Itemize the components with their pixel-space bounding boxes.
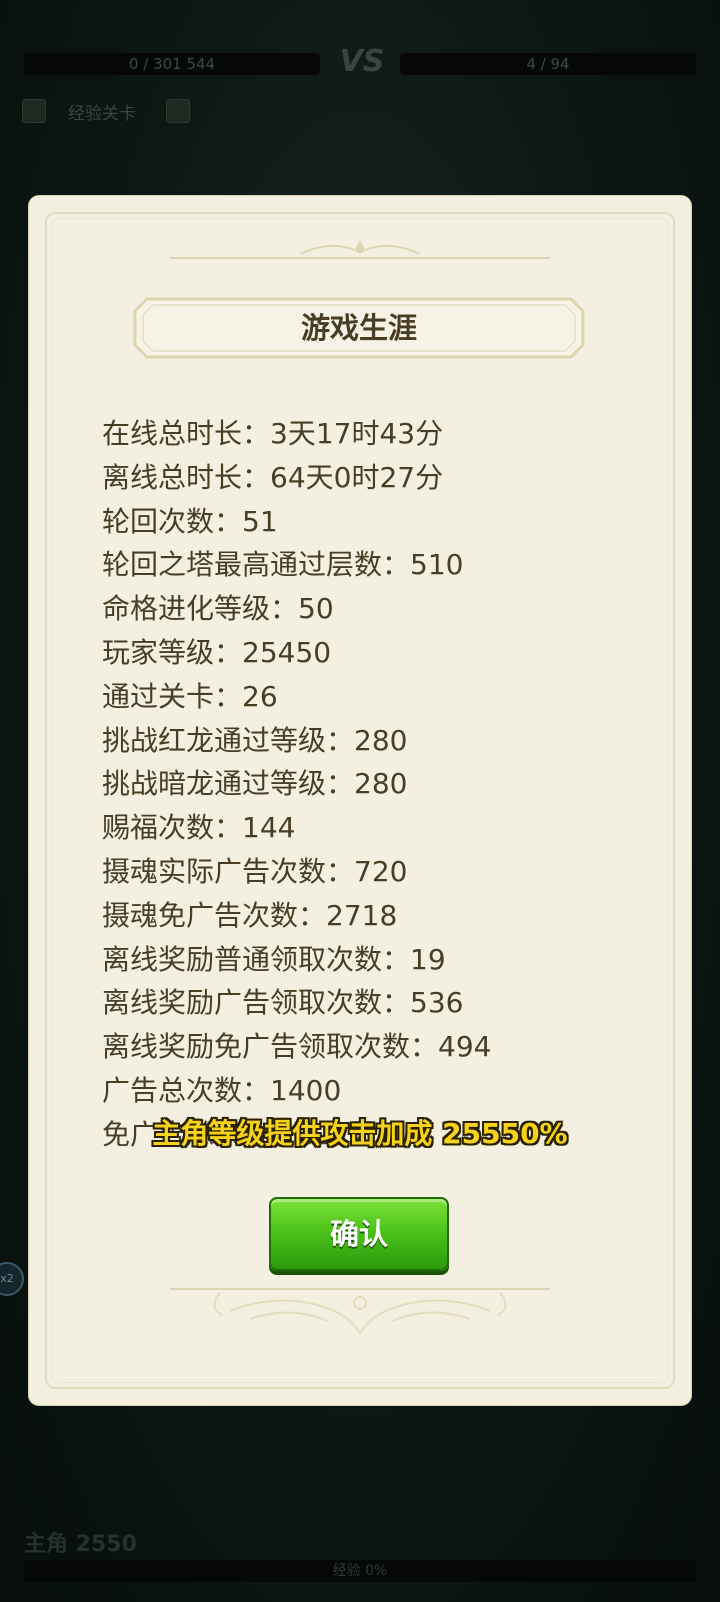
exp-bar: 经验 0% [24,1560,696,1582]
stat-row: 轮回次数：51 [102,504,278,538]
stat-row: 玩家等级：25450 [102,635,332,669]
enemy-hp-bar: 4 / 94 [400,53,696,75]
career-dialog: 游戏生涯 在线总时长：3天17时43分 离线总时长：64天0时27分 轮回次数：51… [29,196,691,1405]
attack-bonus-toast: 主角等级提供攻击加成 25550% [152,1117,568,1150]
stat-row: 赐福次数：144 [102,811,296,845]
stat-row: 摄魂免广告次数：2718 [102,898,398,932]
stat-row: 通过关卡：26 [102,679,278,713]
top-ornament-icon [170,240,550,259]
stat-row: 广告总次数：1400 [102,1073,342,1107]
bottom-ornament-icon [170,1288,550,1335]
stat-row: 离线奖励免广告领取次数：494 [102,1030,492,1064]
stat-row: 离线奖励普通领取次数：19 [102,942,446,976]
stage-label: 经验关卡 [68,104,136,124]
stat-row: 离线总时长：64天0时27分 [102,460,444,494]
stat-row: 摄魂实际广告次数：720 [102,854,408,888]
stat-row: 轮回之塔最高通过层数：510 [102,548,464,582]
stat-row: 挑战红龙通过等级：280 [102,723,408,757]
stat-row: 在线总时长：3天17时43分 [102,417,444,450]
stat-row: 离线奖励广告领取次数：536 [102,986,464,1020]
stat-row: 命格进化等级：50 [102,592,334,626]
title-plate: 游戏生涯 [133,297,585,359]
stage-next-icon[interactable] [166,99,190,123]
vs-label: VS [339,44,385,79]
stat-row: 挑战暗龙通过等级：280 [102,767,408,801]
confirm-button[interactable]: 确认 [269,1197,449,1271]
hero-level-label: 主角 2550 [24,1532,137,1557]
stats-list: 在线总时长：3天17时43分 离线总时长：64天0时27分 轮回次数：51 轮回之塔最… [102,412,491,1157]
player-hp-bar: 0 / 301 544 [24,53,320,75]
stage-prev-icon[interactable] [22,99,46,123]
dialog-title: 游戏生涯 [300,311,417,345]
